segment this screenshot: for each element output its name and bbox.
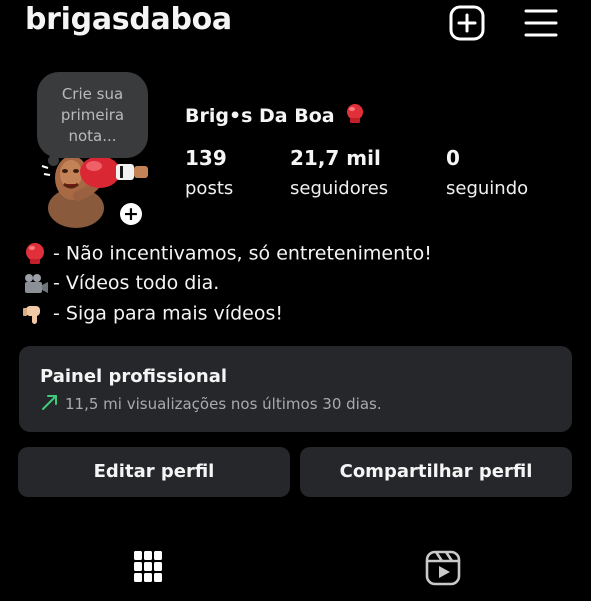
boxing-glove-icon [347,104,364,123]
profile-username[interactable]: brigasdaboa [25,2,232,37]
reels-icon [425,550,461,586]
bio-text: - Vídeos todo dia. [53,272,220,294]
posts-label[interactable]: posts [185,178,233,199]
following-count[interactable]: 0 [446,146,460,170]
hamburger-menu-icon [524,9,558,37]
bio-line: - Não incentivamos, só entretenimento! [23,242,432,266]
professional-dashboard-panel[interactable] [19,346,572,432]
boxing-glove-icon [26,243,44,264]
share-profile-button[interactable]: Compartilhar perfil [300,447,572,497]
bio-line: - Siga para mais vídeos! [23,302,283,326]
note-bubble-tail [48,155,59,166]
note-placeholder-line: Crie sua [61,85,124,103]
bio-line: - Vídeos todo dia. [23,272,219,295]
tab-reels[interactable] [424,550,462,586]
plus-square-icon [449,5,485,41]
note-placeholder-line: primeira [60,106,125,124]
display-name-text: Brig•s Da Boa [185,105,335,127]
followers-count[interactable]: 21,7 mil [290,146,381,170]
posts-count[interactable]: 139 [185,146,227,170]
add-story-button[interactable]: + [120,203,142,225]
movie-camera-icon [25,273,48,293]
following-label[interactable]: seguindo [446,178,528,199]
trend-up-arrow-icon [40,393,60,413]
professional-dashboard-subtitle: 11,5 mi visualizações nos últimos 30 dia… [65,395,382,413]
profile-display-name: Brig•s Da Boa [185,103,365,127]
create-note-bubble[interactable]: Crie sua primeira nota... [37,72,148,158]
bio-text: - Não incentivamos, só entretenimento! [53,242,432,265]
note-placeholder-line: nota... [68,127,117,145]
create-button[interactable] [449,5,485,41]
menu-button[interactable] [524,7,558,39]
followers-label[interactable]: seguidores [290,178,388,199]
pointing-down-hand-icon [23,306,40,324]
grid-icon [134,551,162,582]
professional-dashboard-title: Painel profissional [40,366,228,387]
tab-posts-grid[interactable] [132,549,164,585]
bio-text: - Siga para mais vídeos! [53,302,283,325]
edit-profile-button[interactable]: Editar perfil [18,447,290,497]
